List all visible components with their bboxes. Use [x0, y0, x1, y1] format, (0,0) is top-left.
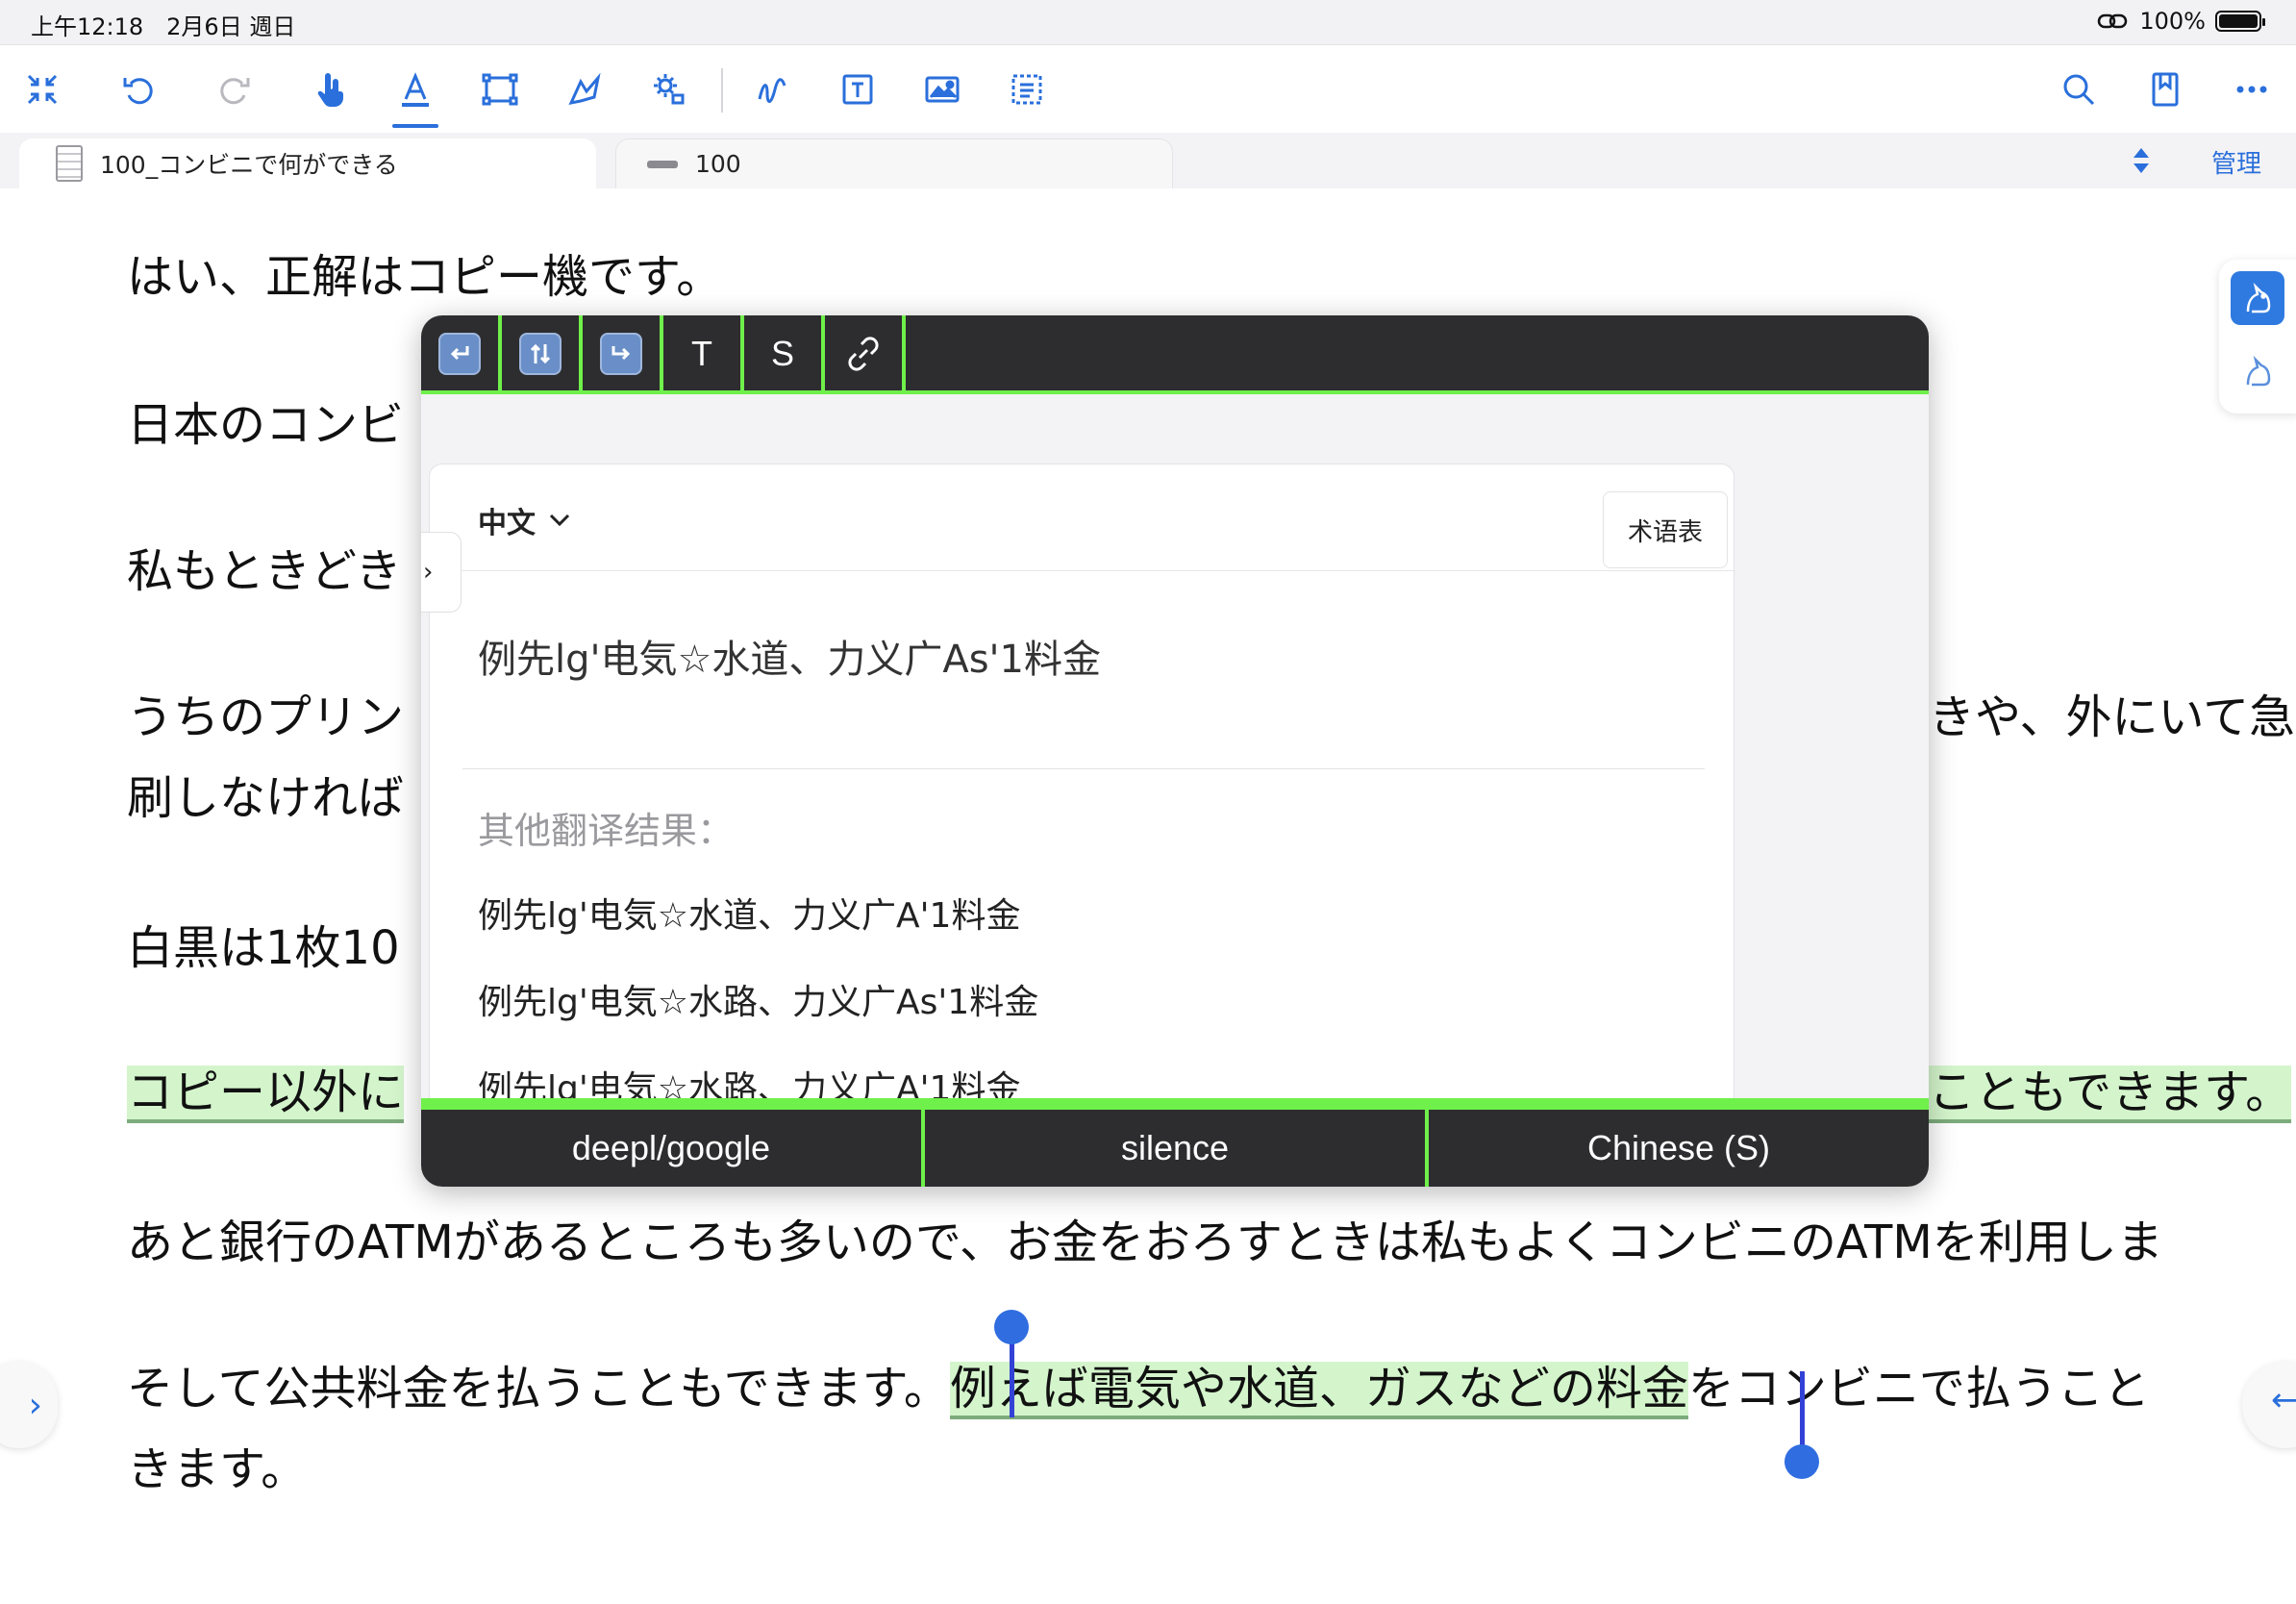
- paragraph: はい、正解はコピー機です。: [127, 250, 723, 304]
- next-page-button[interactable]: ←: [2242, 1362, 2296, 1448]
- dash-icon: [647, 160, 678, 168]
- selection-end-handle[interactable]: [1784, 1444, 1819, 1479]
- link-icon: [848, 337, 879, 371]
- document-icon: [56, 145, 83, 182]
- tab-label: 100_コンビニで何ができる: [100, 151, 398, 179]
- divider: [430, 570, 1735, 571]
- document-tabs: 100_コンビニで何ができる 100 管理: [0, 133, 2296, 188]
- search-icon[interactable]: [2054, 64, 2104, 114]
- translation-popup: T S 中文 术语表 例先lg'电気☆水道、力义广As'1料金 其他翻译结果： …: [421, 315, 1929, 1187]
- link-icon: [2098, 13, 2128, 29]
- paragraph: 私もときどき: [127, 544, 402, 598]
- toolbar-separator: [721, 68, 723, 113]
- voice-button[interactable]: silence: [925, 1110, 1429, 1187]
- redo-icon[interactable]: [210, 64, 260, 114]
- arrow-left-icon: ←: [2271, 1381, 2296, 1419]
- highlighted-text[interactable]: こともできます。: [1929, 1065, 2292, 1123]
- alternative-translation[interactable]: 例先lg'电気☆水道、力义广A'1料金: [478, 888, 1020, 938]
- other-results-label: 其他翻译结果：: [478, 810, 735, 852]
- main-toolbar: [0, 44, 2296, 133]
- cat-outline-icon: [2246, 355, 2271, 387]
- image-icon[interactable]: [917, 64, 967, 114]
- language-label: 中文: [478, 507, 536, 540]
- lasso-icon[interactable]: [560, 64, 610, 114]
- paragraph: きます。: [127, 1442, 308, 1496]
- more-icon[interactable]: [2227, 64, 2277, 114]
- glossary-button[interactable]: 术语表: [1603, 491, 1728, 568]
- tab-document-1[interactable]: 100_コンビニで何ができる: [19, 138, 596, 188]
- rectangle-select-icon[interactable]: [475, 64, 525, 114]
- chevron-right-icon: ›: [423, 558, 434, 587]
- paragraph: あと銀行のATMがあるところも多いので、お金をおろすときは私もよくコンビニのAT…: [127, 1216, 2163, 1269]
- tab-label: 100: [695, 150, 741, 178]
- collapse-icon[interactable]: [17, 64, 67, 114]
- handwriting-icon[interactable]: [748, 64, 798, 114]
- popup-s-button[interactable]: S: [744, 315, 825, 392]
- paragraph: 日本のコンビ: [127, 398, 405, 452]
- swap-icon: [530, 343, 551, 364]
- status-time: 上午12:18 2月6日 週日: [31, 13, 296, 40]
- selected-text[interactable]: 例えば電気や水道、ガスなどの料金: [949, 1362, 1688, 1419]
- settings-magic-icon[interactable]: [644, 64, 694, 114]
- textbox-icon[interactable]: [833, 64, 883, 114]
- popup-return-button[interactable]: [421, 315, 502, 392]
- cat-secondary-button[interactable]: [2233, 346, 2283, 396]
- battery-percent: 100%: [2139, 8, 2206, 35]
- language-select[interactable]: 中文: [478, 499, 574, 541]
- target-language-button[interactable]: Chinese (S): [1429, 1110, 1929, 1187]
- hand-icon[interactable]: [306, 64, 356, 114]
- status-right: 100%: [2097, 8, 2265, 35]
- paragraph: こともできます。: [1929, 1052, 2292, 1133]
- ocr-select-icon[interactable]: [1002, 64, 1052, 114]
- bookmark-icon[interactable]: [2140, 64, 2190, 114]
- assistant-panel: [2219, 260, 2296, 414]
- main-translation: 例先lg'电気☆水道、力义广As'1料金: [478, 638, 1102, 682]
- popup-link-button[interactable]: [825, 315, 906, 392]
- paragraph: そして公共料金を払うこともできます。例えば電気や水道、ガスなどの料金をコンビニで…: [127, 1348, 2150, 1429]
- divider: [462, 768, 1705, 769]
- paragraph: 白黒は1枚10: [127, 921, 400, 975]
- chevron-right-icon: ›: [28, 1385, 42, 1425]
- engine-button[interactable]: deepl/google: [421, 1110, 925, 1187]
- return-icon: [450, 346, 469, 361]
- manage-button[interactable]: 管理: [2211, 144, 2261, 180]
- paragraph: 刷しなければ: [127, 771, 405, 825]
- cat-assistant-button[interactable]: [2231, 271, 2284, 325]
- translation-card: 中文 术语表 例先lg'电気☆水道、力义广As'1料金 其他翻译结果： 例先lg…: [429, 464, 1735, 1187]
- popup-bottom-bar: deepl/google silence Chinese (S): [421, 1098, 1929, 1187]
- collapse-tab[interactable]: ›: [421, 532, 462, 613]
- popup-refresh-button[interactable]: [583, 315, 663, 392]
- selection-start-handle[interactable]: [994, 1310, 1029, 1344]
- text-highlight-icon[interactable]: [390, 64, 440, 128]
- refresh-icon: [611, 346, 631, 361]
- highlighted-text[interactable]: コピー以外に: [127, 1065, 405, 1123]
- paragraph: うちのプリン: [127, 690, 405, 744]
- undo-icon[interactable]: [113, 64, 163, 114]
- chevron-down-icon: [549, 514, 570, 527]
- battery-icon: [2215, 11, 2265, 32]
- tab-document-2[interactable]: 100: [615, 138, 1173, 188]
- popup-t-button[interactable]: T: [663, 315, 744, 392]
- alternative-translation[interactable]: 例先lg'电気☆水路、力义广As'1料金: [478, 974, 1038, 1024]
- cat-icon: [2246, 282, 2271, 313]
- sort-icon[interactable]: [2127, 146, 2156, 175]
- popup-swap-button[interactable]: [502, 315, 583, 392]
- paragraph: コピー以外に: [127, 1052, 405, 1133]
- paragraph: きや、外にいて急: [1929, 690, 2296, 744]
- status-bar: 上午12:18 2月6日 週日 100%: [0, 0, 2296, 44]
- previous-page-button[interactable]: ›: [0, 1362, 58, 1448]
- popup-toolbar: T S: [421, 315, 1929, 394]
